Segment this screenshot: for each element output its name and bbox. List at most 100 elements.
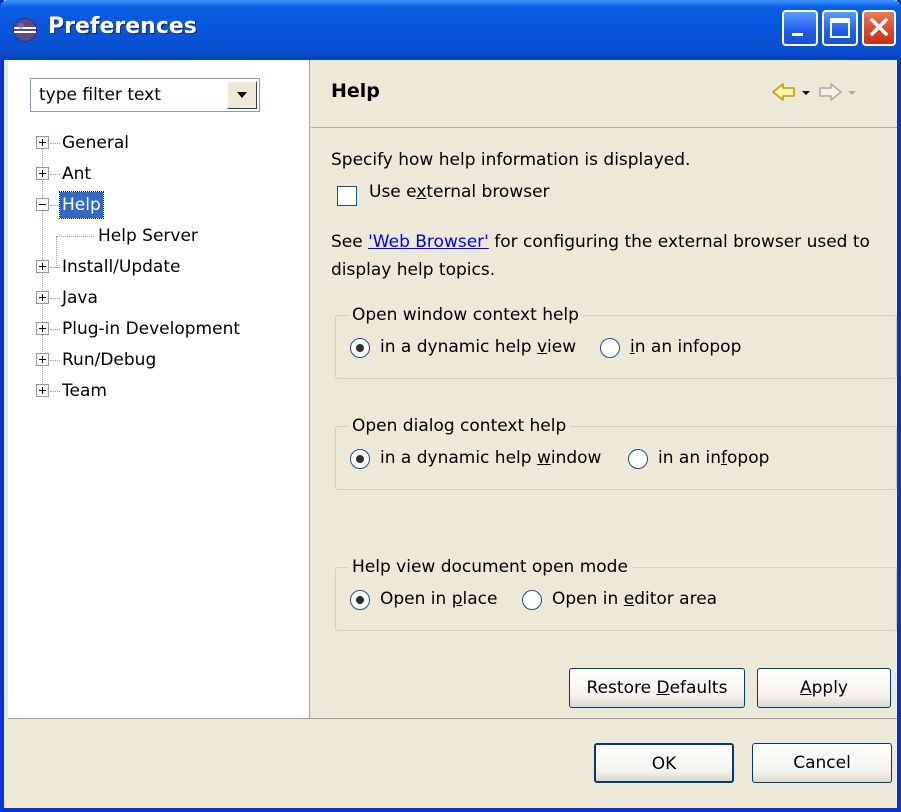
forward-menu-chevron-icon[interactable] (845, 80, 859, 104)
window-title: Preferences (48, 14, 197, 39)
expand-icon[interactable] (36, 291, 49, 304)
tree-connector (50, 298, 60, 299)
tree-item-ant[interactable]: Ant (8, 161, 308, 187)
label-text: Restore (586, 678, 657, 698)
close-button[interactable] (862, 10, 896, 46)
expand-icon[interactable] (36, 136, 49, 149)
label-text: in a dynamic help (380, 448, 537, 468)
use-external-browser-checkbox[interactable] (337, 186, 357, 206)
tree-item-plugin-development[interactable]: Plug-in Development (8, 316, 308, 342)
tree-item-label: Team (62, 381, 107, 401)
label-text: efaults (669, 678, 728, 698)
group-title: Open window context help (348, 304, 583, 326)
hint-text: See (331, 232, 369, 252)
back-arrow-icon[interactable] (771, 80, 797, 104)
label-text: n an infopop (634, 337, 742, 357)
tree-item-team[interactable]: Team (8, 378, 308, 404)
page-header: Help (311, 60, 897, 128)
tree-connector (50, 205, 60, 206)
page-title: Help (331, 80, 380, 102)
filter-dropdown-button[interactable] (227, 81, 257, 109)
page-description: Specify how help information is displaye… (331, 150, 691, 170)
mnemonic-letter: w (536, 448, 551, 468)
label-text: opop (727, 448, 770, 468)
dialog-dynamic-help-window-radio[interactable] (350, 449, 370, 469)
tree-item-label: Run/Debug (62, 350, 157, 370)
tree-connector (50, 360, 60, 361)
tree-item-label: Plug-in Development (62, 319, 241, 339)
web-browser-hint: See 'Web Browser' for configuring the ex… (331, 228, 901, 284)
preference-page: Help Specify how help information is dis… (311, 60, 897, 718)
tree-connector (50, 174, 60, 175)
tree-item-label: General (62, 133, 129, 153)
chevron-down-icon (237, 92, 247, 98)
apply-button[interactable]: Apply (757, 668, 891, 708)
dialog-button-bar: OK Cancel (8, 718, 897, 808)
tree-item-install-update[interactable]: Install/Update (8, 254, 308, 280)
preference-tree-pane: General Ant Help Help Server Install/Upd… (8, 60, 310, 718)
dialog-infopop-radio[interactable] (628, 449, 648, 469)
mnemonic-letter: p (451, 589, 463, 609)
maximize-icon (830, 18, 850, 38)
forward-arrow-icon[interactable] (817, 80, 843, 104)
minimize-icon (792, 33, 803, 36)
use-external-browser-label[interactable]: Use external browser (369, 182, 550, 202)
radio-label[interactable]: in a dynamic help window (380, 446, 601, 470)
tree-connector (50, 329, 60, 330)
minimize-button[interactable] (782, 10, 818, 46)
window-context-help-group: Open window context help in a dynamic he… (335, 304, 897, 379)
tree-connector (50, 143, 60, 144)
eclipse-icon (13, 18, 37, 42)
window-infopop-radio[interactable] (600, 338, 620, 358)
tree-item-general[interactable]: General (8, 130, 308, 156)
document-open-mode-group: Help view document open mode Open in pla… (335, 556, 897, 631)
tree-item-run-debug[interactable]: Run/Debug (8, 347, 308, 373)
mnemonic-letter: e (623, 589, 635, 609)
tree-connector (50, 267, 60, 268)
tree-item-label: Java (62, 288, 98, 308)
expand-icon[interactable] (36, 167, 49, 180)
window-dynamic-help-view-radio[interactable] (350, 338, 370, 358)
tree-item-help-server[interactable]: Help Server (8, 223, 308, 249)
open-in-editor-area-radio[interactable] (522, 590, 542, 610)
label-text: lace (462, 589, 498, 609)
tree-connector (56, 236, 94, 237)
filter-combo[interactable] (30, 78, 260, 112)
tree-item-help[interactable]: Help (8, 191, 308, 219)
tree-item-java[interactable]: Java (8, 285, 308, 311)
expand-icon[interactable] (36, 322, 49, 335)
tree-item-label: Ant (62, 164, 92, 184)
mnemonic-letter: A (799, 678, 812, 698)
tree-item-label: Help Server (98, 226, 198, 246)
restore-defaults-button[interactable]: Restore Defaults (569, 668, 745, 708)
radio-label[interactable]: in a dynamic help view (380, 335, 576, 359)
dialog-context-help-group: Open dialog context help in a dynamic he… (335, 415, 897, 490)
label-text: pply (811, 678, 848, 698)
tree-connector (50, 391, 60, 392)
radio-label[interactable]: Open in place (380, 587, 497, 611)
radio-label[interactable]: Open in editor area (552, 587, 717, 611)
radio-label[interactable]: in an infopop (630, 335, 741, 359)
expand-icon[interactable] (36, 384, 49, 397)
cancel-button[interactable]: Cancel (752, 743, 892, 783)
label-text: Open in (380, 589, 452, 609)
tree-item-label: Install/Update (62, 257, 181, 277)
title-bar[interactable]: Preferences (0, 0, 901, 60)
web-browser-link[interactable]: 'Web Browser' (368, 232, 489, 252)
expand-icon[interactable] (36, 260, 49, 273)
close-icon (870, 18, 888, 36)
filter-input[interactable] (31, 79, 221, 111)
expand-icon[interactable] (36, 353, 49, 366)
ok-button[interactable]: OK (594, 743, 734, 783)
collapse-icon[interactable] (36, 198, 49, 211)
back-menu-chevron-icon[interactable] (799, 80, 813, 104)
label-text: ternal browser (426, 182, 550, 202)
label-text: Use e (369, 182, 417, 202)
label-text: iew (547, 337, 577, 357)
label-text: ditor area (634, 589, 718, 609)
maximize-button[interactable] (822, 10, 858, 46)
open-in-place-radio[interactable] (350, 590, 370, 610)
group-title: Open dialog context help (348, 415, 571, 437)
label-text: in a dynamic help (380, 337, 537, 357)
radio-label[interactable]: in an infopop (658, 446, 769, 470)
